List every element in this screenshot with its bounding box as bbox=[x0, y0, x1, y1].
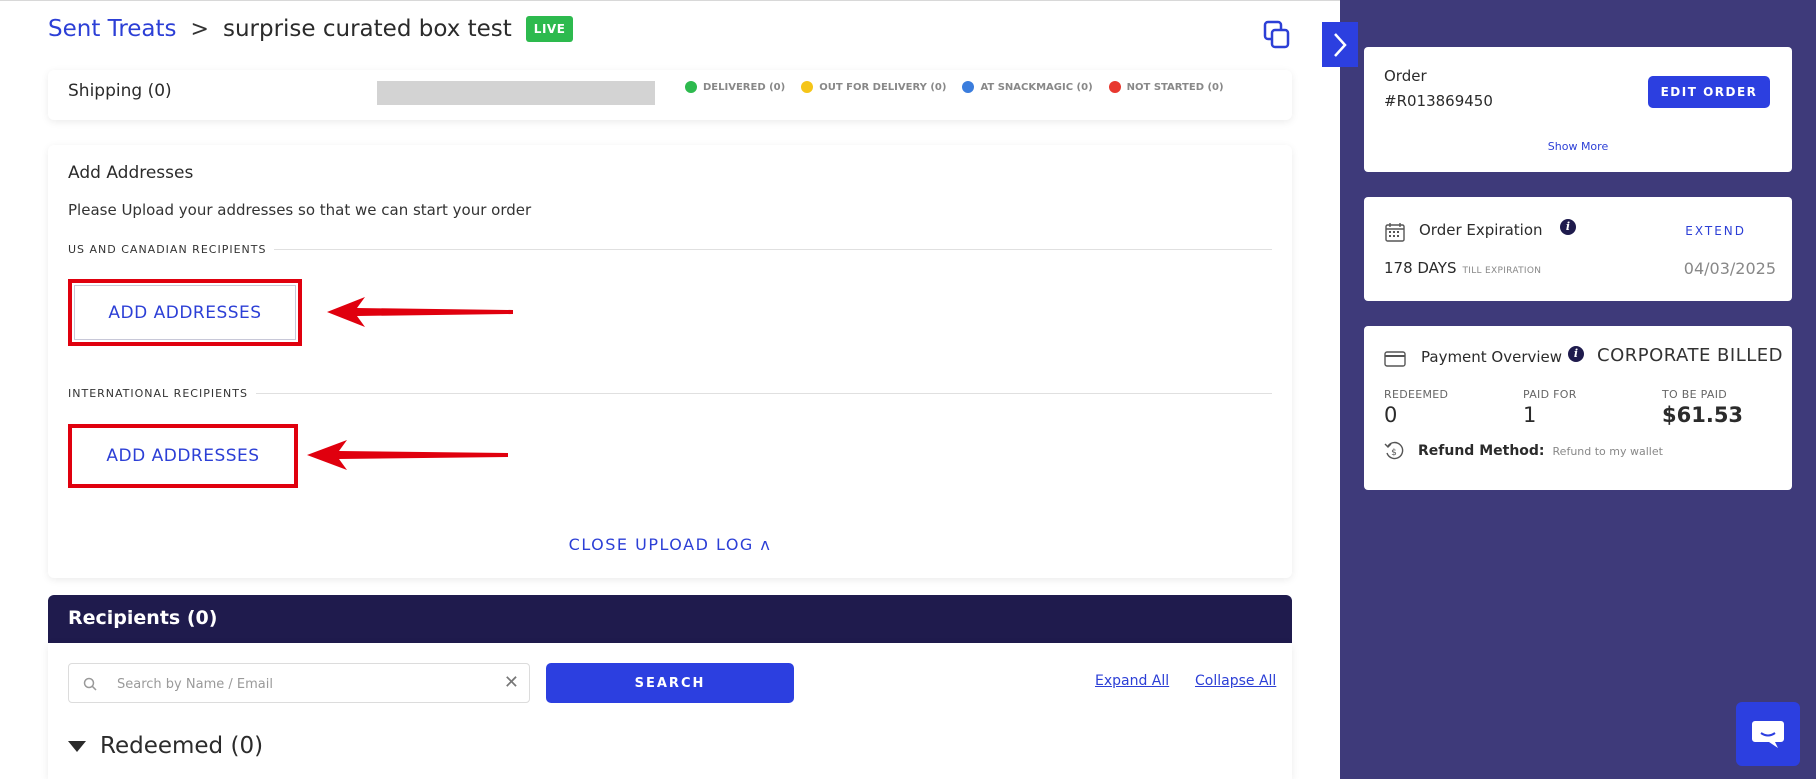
add-addresses-card: Add Addresses Please Upload your address… bbox=[48, 145, 1292, 578]
legend-out-for-delivery: OUT FOR DELIVERY (0) bbox=[801, 81, 946, 93]
close-upload-log-link[interactable]: CLOSE UPLOAD LOG ʌ bbox=[48, 535, 1292, 554]
redeemed-group-label: Redeemed (0) bbox=[100, 733, 264, 759]
edit-order-button[interactable]: EDIT ORDER bbox=[1648, 76, 1770, 108]
status-dot-red bbox=[1108, 81, 1121, 93]
breadcrumb: Sent Treats > surprise curated box test … bbox=[48, 16, 574, 42]
search-input[interactable] bbox=[117, 672, 497, 696]
legend-delivered: DELIVERED (0) bbox=[685, 81, 785, 93]
expand-all-link[interactable]: Expand All bbox=[1095, 673, 1169, 689]
button-inner-border bbox=[74, 285, 296, 340]
shipping-legend: DELIVERED (0) OUT FOR DELIVERY (0) AT SN… bbox=[685, 81, 1224, 93]
calendar-icon bbox=[1385, 223, 1405, 242]
copy-icon[interactable] bbox=[1263, 20, 1291, 50]
show-more-link[interactable]: Show More bbox=[1364, 140, 1792, 153]
info-icon[interactable]: i bbox=[1560, 219, 1576, 235]
legend-not-started: NOT STARTED (0) bbox=[1108, 81, 1224, 93]
top-divider bbox=[0, 0, 1340, 3]
svg-text:$: $ bbox=[1391, 448, 1397, 458]
international-recipients-label: INTERNATIONAL RECIPIENTS bbox=[68, 387, 1272, 400]
order-expiration-card: Order Expiration i EXTEND 178 DAYS TILL E… bbox=[1364, 197, 1792, 301]
breadcrumb-separator: > bbox=[190, 16, 209, 42]
page-title: surprise curated box test bbox=[222, 16, 512, 42]
search-box: ✕ bbox=[68, 663, 530, 703]
order-label: Order bbox=[1384, 67, 1427, 85]
recipients-panel: ✕ SEARCH Expand All Collapse All Redeeme… bbox=[48, 643, 1292, 779]
status-dot-green bbox=[685, 81, 697, 93]
legend-at-snackmagic: AT SNACKMAGIC (0) bbox=[962, 81, 1093, 93]
caret-down-icon bbox=[68, 740, 86, 752]
add-addresses-us-button[interactable]: ADD ADDRESSES bbox=[68, 279, 302, 346]
order-card: Order #R013869450 EDIT ORDER Show More bbox=[1364, 47, 1792, 172]
order-number: #R013869450 bbox=[1384, 92, 1493, 110]
recipients-header: Recipients (0) bbox=[48, 595, 1292, 643]
to-be-paid-stat: TO BE PAID $61.53 bbox=[1662, 388, 1744, 427]
collapse-all-link[interactable]: Collapse All bbox=[1195, 673, 1276, 689]
days-remaining: 178 DAYS TILL EXPIRATION bbox=[1384, 259, 1542, 277]
status-badge: LIVE bbox=[525, 16, 574, 42]
redeemed-group-toggle[interactable]: Redeemed (0) bbox=[68, 733, 263, 759]
payment-type: CORPORATE BILLED bbox=[1597, 345, 1783, 366]
order-expiration-title: Order Expiration bbox=[1419, 221, 1543, 239]
clear-search-icon[interactable]: ✕ bbox=[504, 672, 519, 693]
shipping-title: Shipping (0) bbox=[68, 81, 172, 101]
search-button[interactable]: SEARCH bbox=[546, 663, 794, 703]
chat-bubble-icon bbox=[1752, 721, 1784, 748]
sidebar-toggle-button[interactable] bbox=[1322, 22, 1358, 67]
info-icon[interactable]: i bbox=[1568, 346, 1584, 362]
chevron-right-icon bbox=[1334, 32, 1347, 57]
search-icon bbox=[83, 677, 97, 691]
credit-card-icon bbox=[1384, 351, 1406, 367]
paid-for-stat: PAID FOR 1 bbox=[1523, 388, 1577, 427]
expiration-date: 04/03/2025 bbox=[1683, 259, 1776, 278]
section-divider bbox=[274, 249, 1272, 250]
payment-overview-title: Payment Overview bbox=[1421, 348, 1563, 366]
annotation-arrow-icon bbox=[327, 297, 513, 327]
us-recipients-label: US AND CANADIAN RECIPIENTS bbox=[68, 243, 1272, 256]
status-dot-yellow bbox=[801, 81, 814, 93]
redeemed-stat: REDEEMED 0 bbox=[1384, 388, 1449, 427]
annotation-arrow-icon bbox=[307, 440, 508, 470]
refund-method: $ Refund Method: Refund to my wallet bbox=[1384, 441, 1663, 461]
add-addresses-title: Add Addresses bbox=[68, 163, 194, 183]
section-divider bbox=[255, 393, 1272, 394]
add-addresses-international-button[interactable]: ADD ADDRESSES bbox=[68, 424, 298, 488]
status-dot-blue bbox=[962, 81, 975, 93]
shipping-card: Shipping (0) DELIVERED (0) OUT FOR DELIV… bbox=[48, 70, 1292, 120]
add-addresses-description: Please Upload your addresses so that we … bbox=[68, 201, 532, 219]
extend-link[interactable]: EXTEND bbox=[1685, 224, 1746, 238]
shipping-progress-bar bbox=[377, 81, 655, 105]
breadcrumb-link-sent-treats[interactable]: Sent Treats bbox=[48, 16, 177, 42]
refund-dollar-icon: $ bbox=[1384, 441, 1404, 460]
payment-overview-card: Payment Overview i CORPORATE BILLED REDE… bbox=[1364, 326, 1792, 490]
chat-button[interactable] bbox=[1736, 702, 1800, 766]
